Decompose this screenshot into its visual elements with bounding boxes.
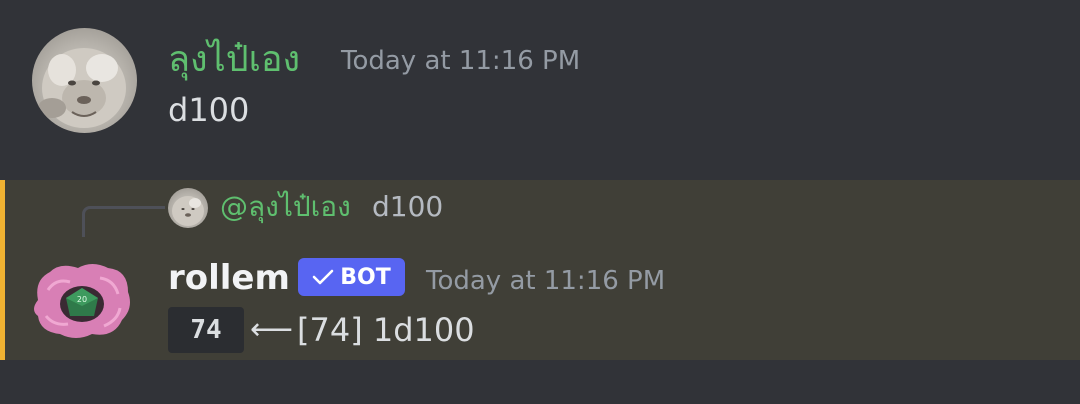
message-user: ลุงไป๋เอง Today at 11:16 PM d100 [0, 0, 1080, 180]
pink-dice-avatar[interactable]: 20 [30, 260, 135, 342]
message-content: d100 [168, 91, 250, 129]
author-name[interactable]: ลุงไป๋เอง [168, 38, 300, 82]
message-bot: @ลุงไป๋เอง d100 20 rollem BOT Today at 1… [0, 180, 1080, 360]
bot-tag-label: BOT [340, 264, 391, 290]
left-arrow-icon: ⟵ [250, 312, 294, 347]
bot-author-name[interactable]: rollem [168, 256, 290, 300]
mention-highlight-bar [0, 180, 5, 360]
reply-connector-line [82, 206, 165, 237]
reply-lion-avatar[interactable] [168, 188, 208, 228]
bot-tag: BOT [298, 258, 405, 296]
checkmark-icon [312, 269, 334, 285]
roll-detail-text: [74] 1d100 [297, 311, 475, 349]
chat-log: ลุงไป๋เอง Today at 11:16 PM d100 @ลุงไป๋… [0, 0, 1080, 404]
reply-author-mention[interactable]: @ลุงไป๋เอง [220, 188, 351, 226]
reply-preview-content[interactable]: d100 [372, 188, 443, 226]
svg-text:20: 20 [77, 295, 87, 304]
roll-result-code: 74 [168, 307, 244, 353]
lion-avatar[interactable] [32, 28, 137, 133]
message-timestamp[interactable]: Today at 11:16 PM [341, 45, 580, 77]
bot-message-timestamp[interactable]: Today at 11:16 PM [426, 265, 665, 297]
